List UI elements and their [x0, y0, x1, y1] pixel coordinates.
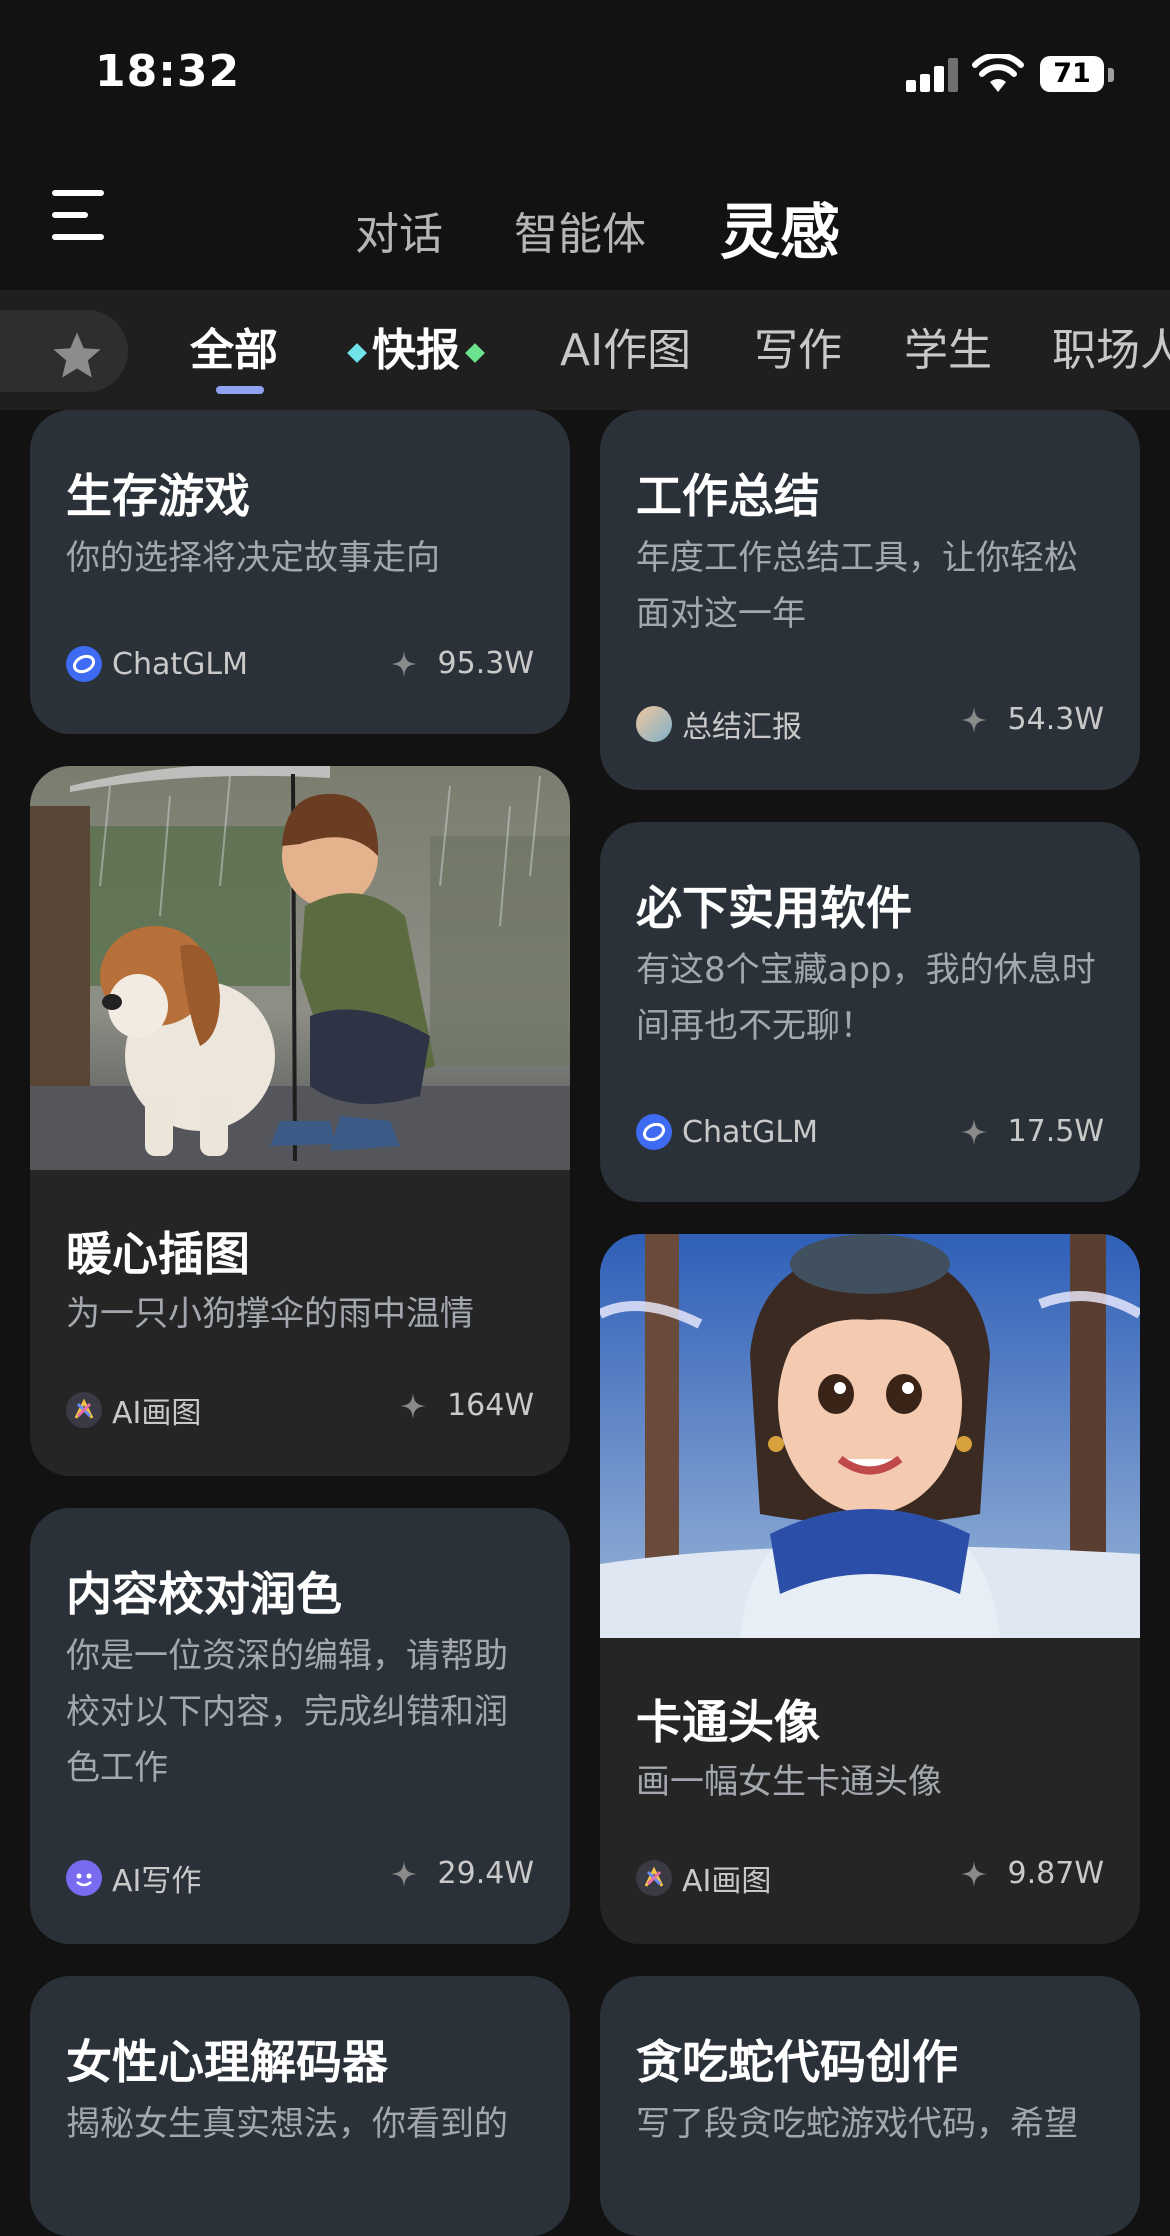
- card-cartoon-avatar[interactable]: 卡通头像 画一幅女生卡通头像 AI画图 9.87W: [600, 1234, 1140, 1944]
- card-title: 工作总结: [636, 469, 820, 523]
- battery-icon: 71: [1040, 56, 1104, 92]
- sparkle-icon: [390, 650, 417, 677]
- tab-inspiration[interactable]: 灵感: [720, 184, 840, 271]
- sparkle-icon: [960, 1860, 987, 1887]
- card-footer: AI写作 29.4W: [66, 1856, 534, 1899]
- top-navigation: 对话 智能体 灵感: [0, 140, 1170, 290]
- author-name: 总结汇报: [682, 710, 802, 745]
- tab-agents[interactable]: 智能体: [514, 198, 646, 262]
- status-time: 18:32: [95, 46, 241, 97]
- card-description: 有这8个宝藏app，我的休息时间再也不无聊！: [636, 950, 1096, 1046]
- card-stat: 164W: [399, 1388, 534, 1423]
- category-bar: 全部 快报 AI作图 写作 学生 职场人: [0, 290, 1170, 410]
- card-work-summary[interactable]: 工作总结 年度工作总结工具，让你轻松面对这一年 总结汇报 54.3W: [600, 410, 1140, 790]
- usage-count: 54.3W: [1007, 702, 1104, 737]
- ai-drawing-icon: [636, 1860, 672, 1896]
- favorites-button[interactable]: [0, 310, 128, 392]
- card-footer: ChatGLM 17.5W: [636, 1114, 1104, 1154]
- chatglm-icon: [66, 646, 102, 682]
- sparkle-icon: [960, 1118, 987, 1145]
- card-survival-game[interactable]: 生存游戏 你的选择将决定故事走向 ChatGLM 95.3W: [30, 410, 570, 734]
- usage-count: 95.3W: [437, 646, 534, 681]
- author-name: ChatGLM: [682, 1114, 818, 1150]
- star-icon: [53, 332, 101, 378]
- card-author: AI写作: [66, 1856, 201, 1900]
- illustration-image: [30, 766, 570, 1170]
- battery-tip: [1108, 68, 1114, 82]
- author-name: AI写作: [112, 1864, 202, 1899]
- card-description: 你是一位资深的编辑，请帮助校对以下内容，完成纠错和润色工作: [66, 1636, 508, 1788]
- tab-chat[interactable]: 对话: [355, 198, 443, 262]
- category-writing[interactable]: 写作: [754, 314, 842, 378]
- card-author: AI画图: [66, 1388, 201, 1432]
- wifi-icon: [972, 54, 1024, 92]
- ai-drawing-icon: [66, 1392, 102, 1428]
- diamond-icon: [465, 343, 485, 363]
- category-student[interactable]: 学生: [904, 314, 992, 378]
- card-footer: AI画图 164W: [66, 1388, 534, 1431]
- sparkle-icon: [400, 1392, 426, 1419]
- card-stat: 9.87W: [960, 1856, 1104, 1891]
- category-news[interactable]: 快报: [347, 314, 490, 378]
- card-description: 画一幅女生卡通头像: [636, 1762, 942, 1802]
- card-title: 内容校对润色: [66, 1567, 342, 1621]
- card-author: AI画图: [636, 1856, 771, 1900]
- diamond-icon: [347, 343, 367, 363]
- card-description: 揭秘女生真实想法，你看到的: [66, 2104, 508, 2144]
- card-description: 写了段贪吃蛇游戏代码，希望: [636, 2104, 1078, 2144]
- category-workplace[interactable]: 职场人: [1052, 314, 1170, 378]
- cellular-signal-icon: [906, 58, 958, 92]
- card-title: 卡通头像: [636, 1695, 820, 1749]
- category-all[interactable]: 全部: [190, 314, 278, 378]
- card-stat: 17.5W: [960, 1114, 1104, 1149]
- cartoon-avatar-image: [600, 1234, 1140, 1638]
- card-warm-illustration[interactable]: 暖心插图 为一只小狗撑伞的雨中温情 AI画图 164W: [30, 766, 570, 1476]
- card-stat: 29.4W: [390, 1856, 534, 1891]
- summary-report-icon: [636, 706, 672, 742]
- author-name: ChatGLM: [112, 646, 248, 682]
- card-proofreading[interactable]: 内容校对润色 你是一位资深的编辑，请帮助校对以下内容，完成纠错和润色工作 AI写…: [30, 1508, 570, 1944]
- card-description: 为一只小狗撑伞的雨中温情: [66, 1294, 474, 1334]
- card-footer: ChatGLM 95.3W: [66, 646, 534, 686]
- usage-count: 29.4W: [437, 1856, 534, 1891]
- category-news-label: 快报: [372, 325, 460, 376]
- card-female-psychology[interactable]: 女性心理解码器 揭秘女生真实想法，你看到的: [30, 1976, 570, 2236]
- card-title: 必下实用软件: [636, 881, 912, 935]
- card-author: ChatGLM: [636, 1114, 818, 1150]
- usage-count: 9.87W: [1007, 1856, 1104, 1891]
- card-description: 你的选择将决定故事走向: [66, 538, 440, 578]
- card-footer: AI画图 9.87W: [636, 1856, 1104, 1899]
- category-active-indicator: [216, 386, 264, 394]
- card-snake-code[interactable]: 贪吃蛇代码创作 写了段贪吃蛇游戏代码，希望: [600, 1976, 1140, 2236]
- category-ai-drawing[interactable]: AI作图: [560, 314, 691, 378]
- card-author: 总结汇报: [636, 702, 802, 746]
- author-name: AI画图: [112, 1396, 202, 1431]
- card-title: 生存游戏: [66, 469, 250, 523]
- sparkle-icon: [960, 706, 987, 733]
- card-title: 暖心插图: [66, 1227, 250, 1281]
- usage-count: 164W: [447, 1388, 534, 1423]
- chatglm-icon: [636, 1114, 672, 1150]
- card-title: 贪吃蛇代码创作: [636, 2035, 958, 2089]
- usage-count: 17.5W: [1007, 1114, 1104, 1149]
- card-useful-apps[interactable]: 必下实用软件 有这8个宝藏app，我的休息时间再也不无聊！ ChatGLM 17…: [600, 822, 1140, 1202]
- menu-icon[interactable]: [52, 190, 112, 246]
- author-name: AI画图: [682, 1864, 772, 1899]
- card-stat: 95.3W: [390, 646, 534, 681]
- status-bar: 18:32 71: [0, 0, 1170, 140]
- card-footer: 总结汇报 54.3W: [636, 702, 1104, 745]
- card-author: ChatGLM: [66, 646, 248, 682]
- ai-writing-icon: [66, 1860, 102, 1896]
- card-title: 女性心理解码器: [66, 2035, 388, 2089]
- card-stat: 54.3W: [960, 702, 1104, 737]
- sparkle-icon: [390, 1860, 417, 1887]
- card-description: 年度工作总结工具，让你轻松面对这一年: [636, 538, 1078, 634]
